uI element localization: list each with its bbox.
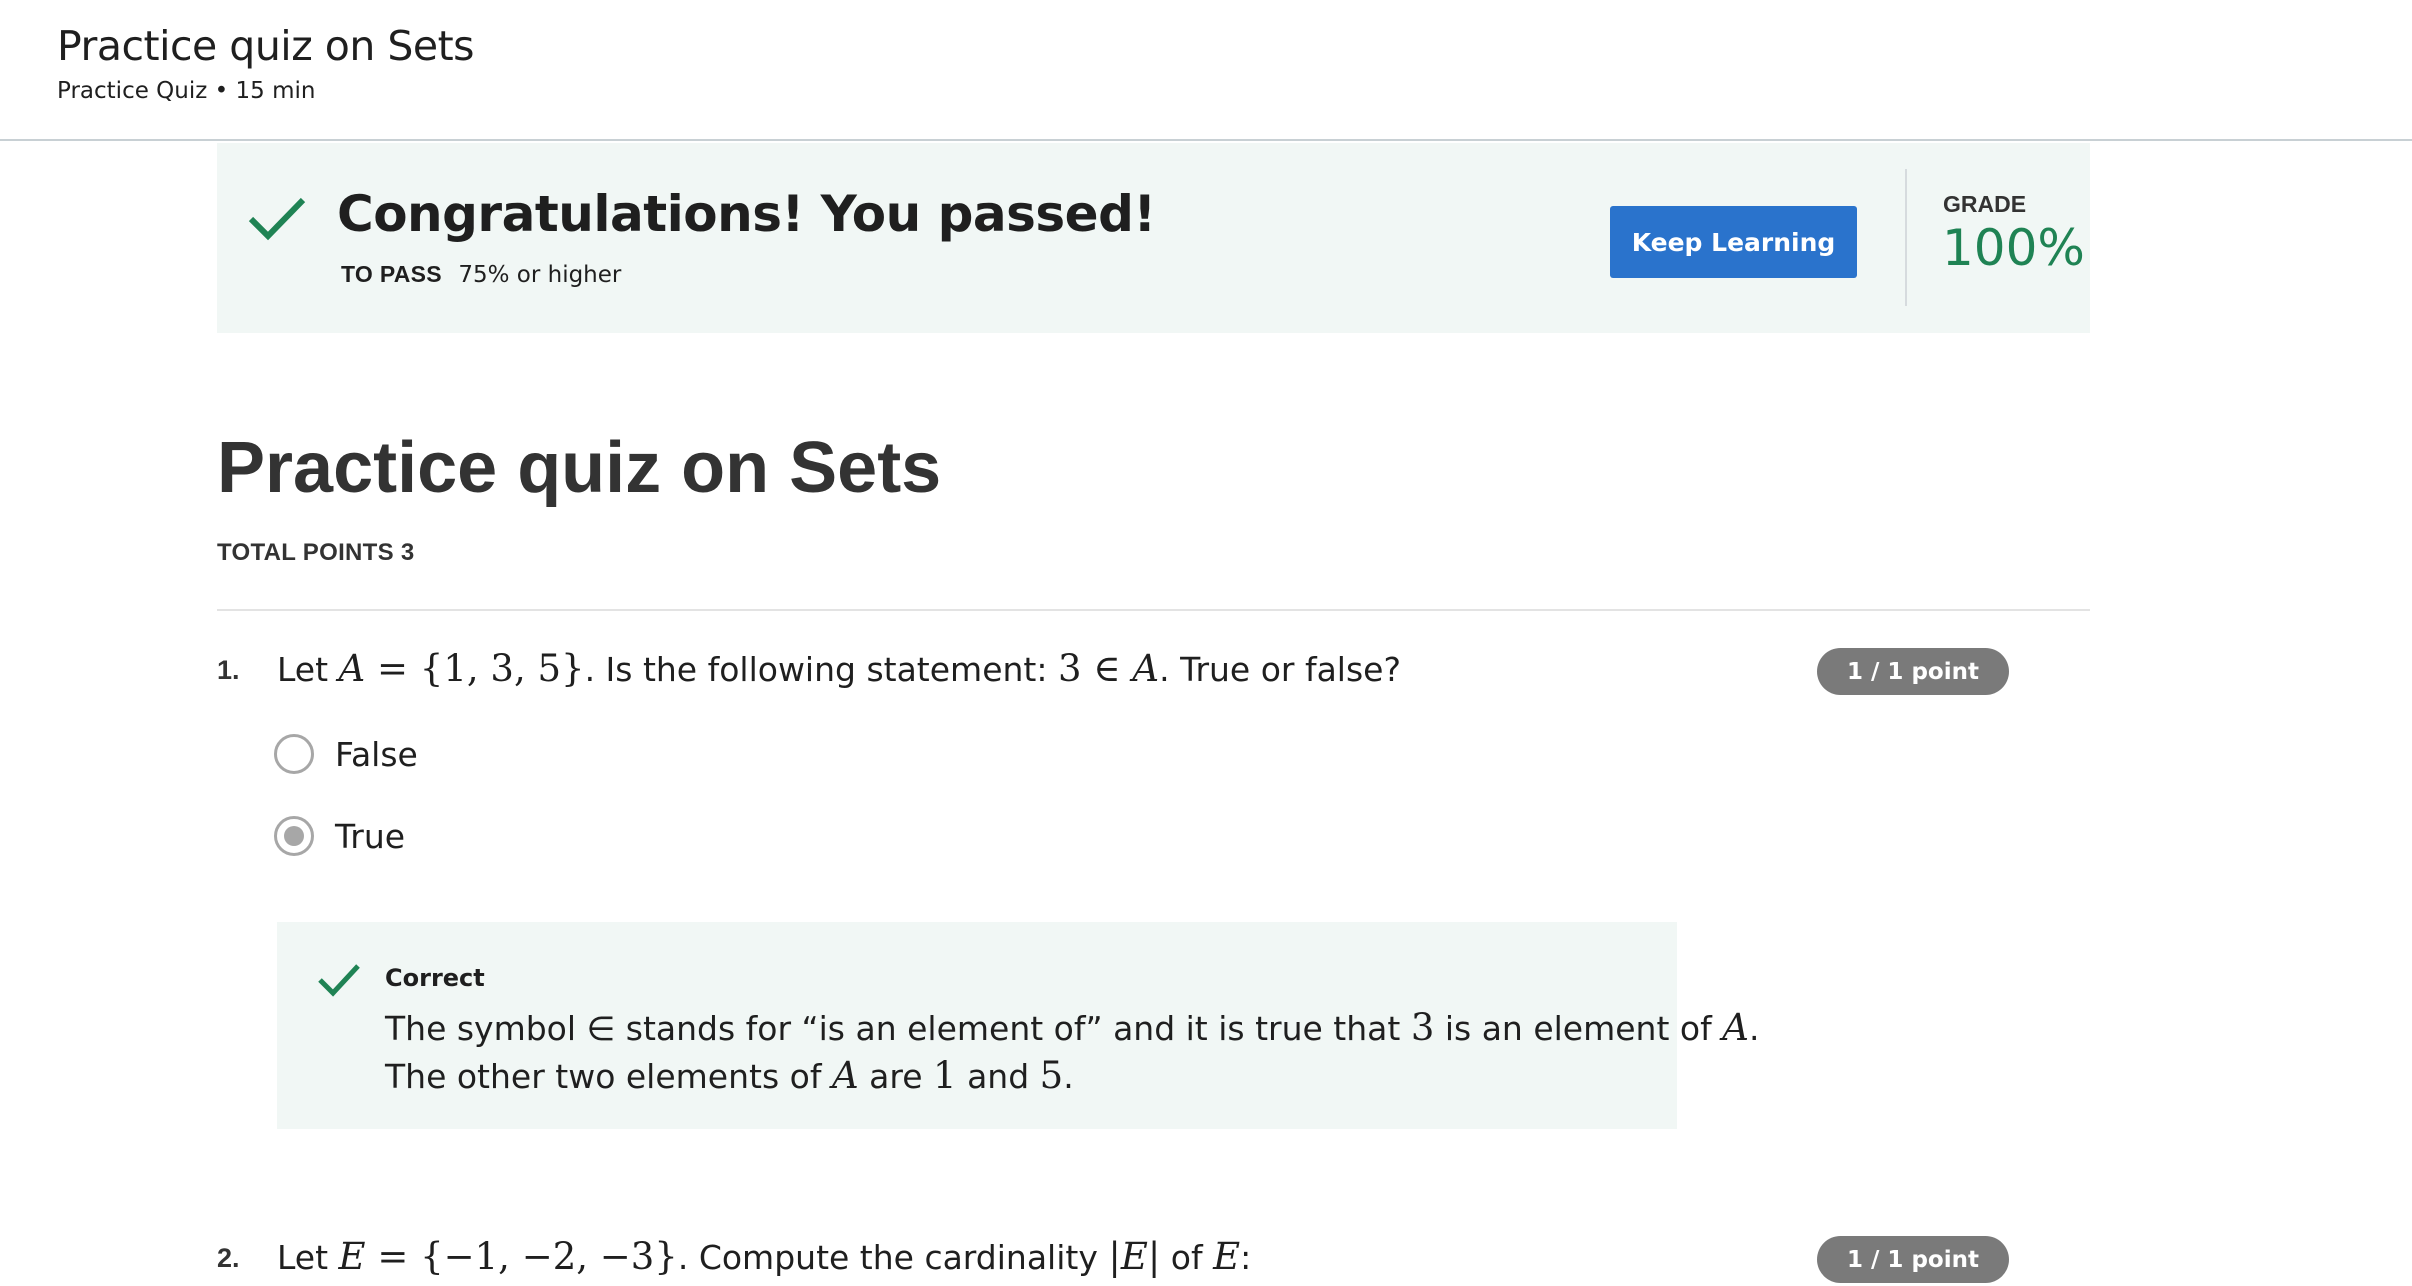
math-number: 5 bbox=[1039, 1054, 1064, 1097]
math-variable: E bbox=[1120, 1235, 1148, 1278]
grade-label: GRADE bbox=[1943, 191, 2027, 217]
keep-learning-button[interactable]: Keep Learning bbox=[1610, 206, 1857, 278]
question-text-part: of bbox=[1160, 1238, 1214, 1277]
radio-button-selected[interactable] bbox=[274, 816, 314, 856]
question-text-part: Let bbox=[277, 650, 339, 689]
section-divider bbox=[217, 609, 2090, 611]
feedback-text-part: is an element of bbox=[1434, 1009, 1723, 1048]
question-text: Let A = {1, 3, 5}. Is the following stat… bbox=[277, 647, 1401, 690]
question-text-part: Let bbox=[277, 1238, 339, 1277]
pass-requirement: TO PASS 75% or higher bbox=[341, 261, 621, 288]
radio-button[interactable] bbox=[274, 734, 314, 774]
math-expression: = {−1, −2, −3} bbox=[365, 1235, 678, 1278]
math-symbol: | bbox=[1147, 1235, 1161, 1278]
question-text-part: . Compute the cardinality bbox=[677, 1238, 1109, 1277]
math-variable: A bbox=[1132, 647, 1160, 690]
page-header: Practice quiz on Sets Practice Quiz • 15… bbox=[0, 0, 2412, 141]
banner-divider bbox=[1905, 169, 1907, 306]
feedback-text-part: and bbox=[956, 1057, 1040, 1096]
feedback-text-line: The symbol ∈ stands for “is an element o… bbox=[385, 1006, 1759, 1049]
math-expression: = {1, 3, 5} bbox=[365, 647, 585, 690]
question-text: Let E = {−1, −2, −3}. Compute the cardin… bbox=[277, 1235, 1251, 1278]
feedback-text-part: . bbox=[1063, 1057, 1074, 1096]
math-variable: A bbox=[831, 1054, 859, 1097]
math-number: 1 bbox=[933, 1054, 957, 1097]
math-variable: A bbox=[338, 647, 366, 690]
feedback-title: Correct bbox=[385, 964, 485, 992]
pass-banner: Congratulations! You passed! TO PASS 75%… bbox=[217, 143, 2090, 333]
option-label: False bbox=[335, 734, 418, 774]
pass-requirement-label: TO PASS bbox=[341, 261, 442, 287]
feedback-text-part: The symbol ∈ stands for “is an element o… bbox=[385, 1009, 1411, 1048]
pass-headline: Congratulations! You passed! bbox=[337, 185, 1156, 243]
check-icon bbox=[248, 197, 306, 241]
question-text-part: . True or false? bbox=[1159, 650, 1401, 689]
feedback-text-line: The other two elements of A are 1 and 5. bbox=[385, 1054, 1074, 1097]
header-title: Practice quiz on Sets bbox=[57, 22, 475, 70]
option-true[interactable]: True bbox=[274, 816, 405, 856]
grade-value: 100% bbox=[1942, 219, 2085, 277]
question-text-part: : bbox=[1240, 1238, 1252, 1277]
feedback-text-part: are bbox=[858, 1057, 934, 1096]
math-variable: E bbox=[338, 1235, 366, 1278]
feedback-text-part: . bbox=[1748, 1009, 1760, 1048]
check-icon bbox=[318, 964, 360, 997]
math-symbol: | bbox=[1108, 1235, 1121, 1278]
quiz-title: Practice quiz on Sets bbox=[217, 428, 942, 508]
math-variable: E bbox=[1213, 1235, 1241, 1278]
option-label: True bbox=[335, 816, 406, 856]
pass-requirement-value: 75% or higher bbox=[458, 262, 622, 288]
option-false[interactable]: False bbox=[274, 734, 418, 774]
math-expression: 3 ∈ bbox=[1057, 647, 1133, 690]
points-badge: 1 / 1 point bbox=[1817, 1236, 2009, 1283]
math-variable: A bbox=[1722, 1006, 1749, 1049]
feedback-box: Correct The symbol ∈ stands for “is an e… bbox=[277, 922, 1759, 1129]
feedback-text-part: The other two elements of bbox=[385, 1057, 832, 1096]
question-number: 1. bbox=[217, 655, 240, 685]
header-subtitle: Practice Quiz • 15 min bbox=[57, 78, 316, 104]
points-badge: 1 / 1 point bbox=[1817, 648, 2009, 695]
total-points: TOTAL POINTS 3 bbox=[217, 539, 415, 566]
question-number: 2. bbox=[217, 1243, 240, 1273]
question-text-part: . Is the following statement: bbox=[584, 650, 1058, 689]
math-number: 3 bbox=[1410, 1006, 1435, 1049]
